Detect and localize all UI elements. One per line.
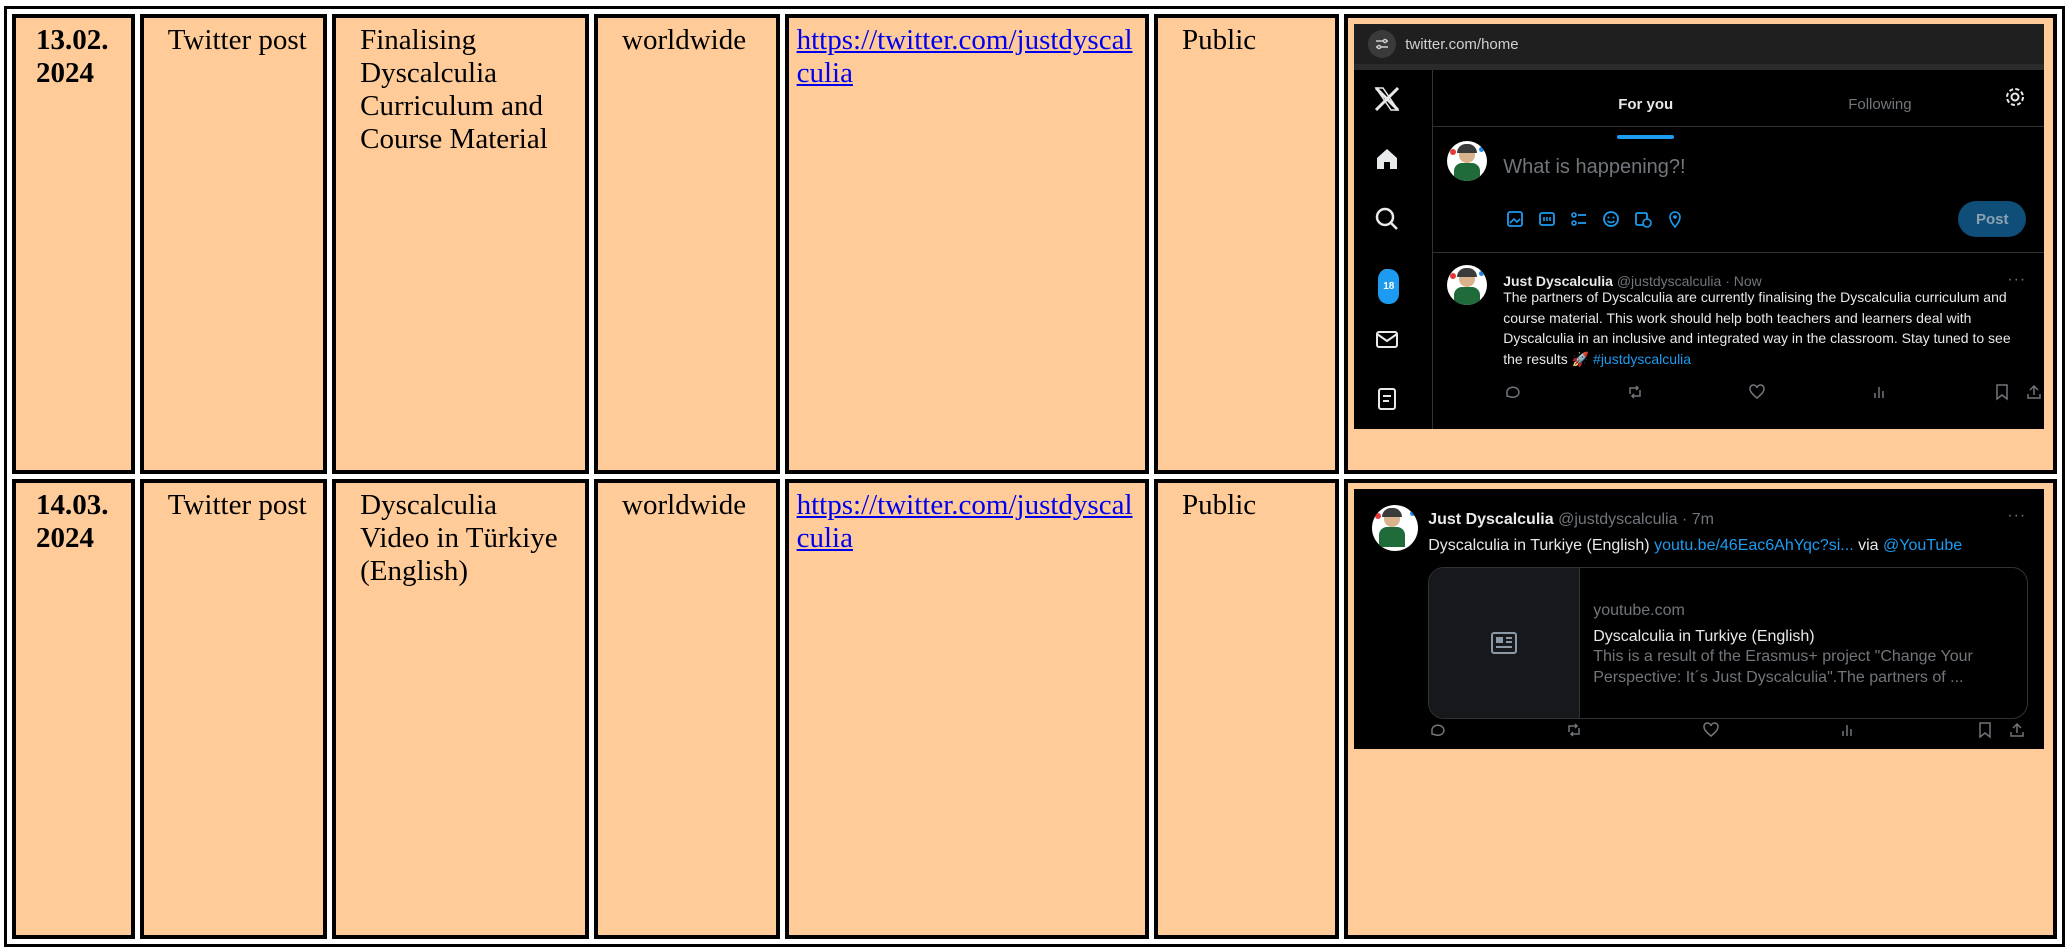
avatar	[1372, 505, 1419, 551]
retweet-icon	[1628, 385, 1641, 399]
avatar	[1447, 141, 1488, 181]
type-cell: Twitter post	[139, 14, 328, 474]
poll-icon	[1571, 212, 1587, 226]
reply-icon	[1506, 386, 1520, 399]
card-description: This is a result of the Erasmus+ project…	[1593, 648, 1973, 686]
tweet-actions	[1428, 721, 2026, 739]
emoji-icon	[1603, 211, 1620, 227]
tweet-mention: @YouTube	[1883, 537, 1963, 554]
link-cell: https://twitter.com/justdyscalculia	[784, 14, 1150, 474]
lists-icon	[1372, 384, 1402, 414]
twitter-link[interactable]: https://twitter.com/justdyscalculia	[797, 24, 1133, 89]
link-card: youtube.com Dyscalculia in Turkiye (Engl…	[1428, 567, 2029, 719]
link-cell: https://twitter.com/justdyscalculia	[784, 479, 1150, 939]
share-icon	[2010, 722, 2024, 737]
home-icon	[1372, 144, 1402, 174]
audience-cell: Public	[1154, 479, 1340, 939]
twitter-link[interactable]: https://twitter.com/justdyscalculia	[797, 489, 1133, 554]
tweet-text-body: The partners of Dyscalculia are currentl…	[1503, 289, 2011, 367]
image-icon	[1507, 211, 1524, 227]
table-row: 14.03. 2024 Twitter post Dyscalculia Vid…	[12, 479, 2057, 939]
gif-icon	[1539, 212, 1556, 226]
like-icon	[1749, 384, 1765, 399]
tweet-via: via	[1858, 537, 1879, 554]
type-cell: Twitter post	[139, 479, 328, 939]
tweet-hashtag: #justdyscalculia	[1593, 350, 1692, 367]
compose-tools	[1505, 209, 1685, 229]
tweet-author: Just Dyscalculia	[1428, 511, 1554, 528]
date-cell: 13.02. 2024	[12, 14, 135, 474]
tweet: Just Dyscalculia @justdyscalculia · Now …	[1433, 253, 2044, 413]
twitter-home-screenshot: twitter.com/home 18 For you Following Wh…	[1354, 24, 2045, 429]
post-button: Post	[1958, 201, 2027, 237]
gear-icon	[2006, 88, 2025, 106]
reach-cell: worldwide	[594, 479, 780, 939]
tweet-actions	[1503, 383, 2043, 401]
date-cell: 14.03. 2024	[12, 479, 135, 939]
views-icon	[1873, 387, 1884, 398]
compose-placeholder: What is happening?!	[1503, 156, 1686, 178]
like-icon	[1703, 722, 1719, 737]
screenshot-cell: Just Dyscalculia @justdyscalculia · 7m ·…	[1344, 479, 2057, 939]
views-icon	[1842, 725, 1852, 736]
tweet-text: The partners of Dyscalculia are currentl…	[1503, 287, 2033, 369]
address-bar: twitter.com/home	[1354, 24, 2045, 64]
title-cell: Dyscalculia Video in Türkiye (English)	[332, 479, 590, 939]
x-logo-icon	[1372, 84, 1402, 114]
title-cell: Finalising Dyscalculia Curriculum and Co…	[332, 14, 590, 474]
location-icon	[1669, 211, 1682, 229]
card-thumbnail	[1429, 568, 1581, 718]
dissemination-table: 13.02. 2024 Twitter post Finalising Dysc…	[4, 6, 2065, 947]
tab-following: Following	[1848, 96, 1912, 113]
more-icon: ···	[2007, 507, 2027, 524]
reach-cell: worldwide	[594, 14, 780, 474]
screenshot-cell: twitter.com/home 18 For you Following Wh…	[1344, 14, 2057, 474]
audience-cell: Public	[1154, 14, 1340, 474]
tweet-text: Dyscalculia in Turkiye (English) youtu.b…	[1428, 529, 1962, 562]
url-text: twitter.com/home	[1405, 35, 1519, 53]
site-settings-icon	[1368, 30, 1397, 58]
timeline: For you Following What is happening?! Po…	[1433, 70, 2045, 429]
reply-icon	[1431, 724, 1445, 737]
bookmark-icon	[1996, 384, 2008, 401]
tweet-link: youtu.be/46Eac6AhYqc?si...	[1654, 537, 1854, 554]
tab-for-you: For you	[1617, 88, 1675, 139]
tweet-screenshot: Just Dyscalculia @justdyscalculia · 7m ·…	[1354, 489, 2045, 749]
article-icon	[1491, 632, 1518, 654]
timeline-tabs: For you Following	[1433, 70, 2045, 139]
tweet-meta: @justdyscalculia · 7m	[1558, 511, 1714, 528]
mail-icon	[1372, 324, 1402, 354]
compose-box: What is happening?! Post	[1433, 127, 2045, 253]
table-row: 13.02. 2024 Twitter post Finalising Dysc…	[12, 14, 2057, 474]
schedule-icon	[1635, 212, 1653, 228]
search-icon	[1372, 204, 1402, 234]
share-icon	[2027, 384, 2041, 399]
tweet-text-body: Dyscalculia in Turkiye (English)	[1428, 537, 1650, 554]
bookmark-icon	[1979, 722, 1991, 739]
retweet-icon	[1568, 723, 1580, 737]
avatar	[1447, 265, 1488, 305]
left-navigation: 18	[1354, 70, 1434, 429]
notifications-badge: 18	[1378, 269, 1400, 304]
